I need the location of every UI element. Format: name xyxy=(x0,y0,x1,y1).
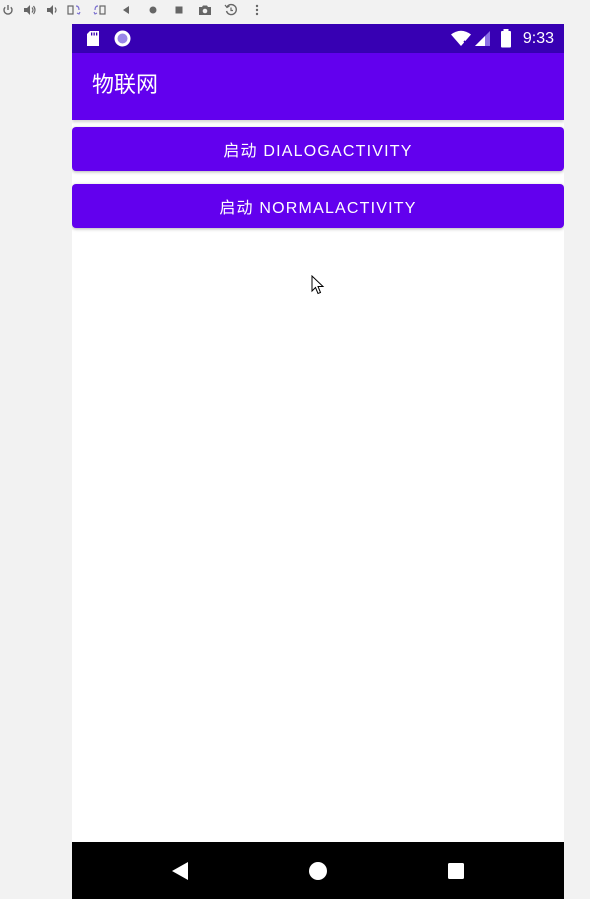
nav-back-icon[interactable] xyxy=(150,842,210,899)
wifi-icon xyxy=(450,30,472,51)
home-icon[interactable] xyxy=(145,2,161,18)
status-time: 9:33 xyxy=(522,30,554,47)
start-dialog-activity-button[interactable]: 启动 DIALOGACTIVITY xyxy=(72,127,564,171)
nav-home-icon[interactable] xyxy=(288,842,348,899)
volume-up-icon[interactable] xyxy=(22,2,38,18)
sd-card-icon xyxy=(86,30,100,51)
rotate-left-icon[interactable] xyxy=(66,2,82,18)
navigation-bar xyxy=(72,842,564,899)
rotate-right-icon[interactable] xyxy=(92,2,108,18)
power-icon[interactable] xyxy=(0,2,16,18)
start-normal-activity-button[interactable]: 启动 NORMALACTIVITY xyxy=(72,184,564,228)
nav-recents-icon[interactable] xyxy=(426,842,486,899)
zoom-icon[interactable] xyxy=(223,2,239,18)
volume-down-icon[interactable] xyxy=(44,2,60,18)
app-title: 物联网 xyxy=(92,73,159,98)
more-icon[interactable] xyxy=(249,2,265,18)
mouse-cursor-icon xyxy=(311,274,325,299)
overview-icon[interactable] xyxy=(171,2,187,18)
sync-icon xyxy=(113,29,132,52)
status-bar: 9:33 xyxy=(72,24,564,53)
battery-icon xyxy=(500,29,512,52)
emulator-toolbar xyxy=(0,0,590,20)
back-icon[interactable] xyxy=(118,2,134,18)
camera-icon[interactable] xyxy=(197,2,213,18)
app-bar: 物联网 xyxy=(72,53,564,120)
signal-icon xyxy=(474,30,491,51)
phone-screen: 9:33 物联网 启动 DIALOGACTIVITY 启动 NORMALACTI… xyxy=(72,24,564,899)
